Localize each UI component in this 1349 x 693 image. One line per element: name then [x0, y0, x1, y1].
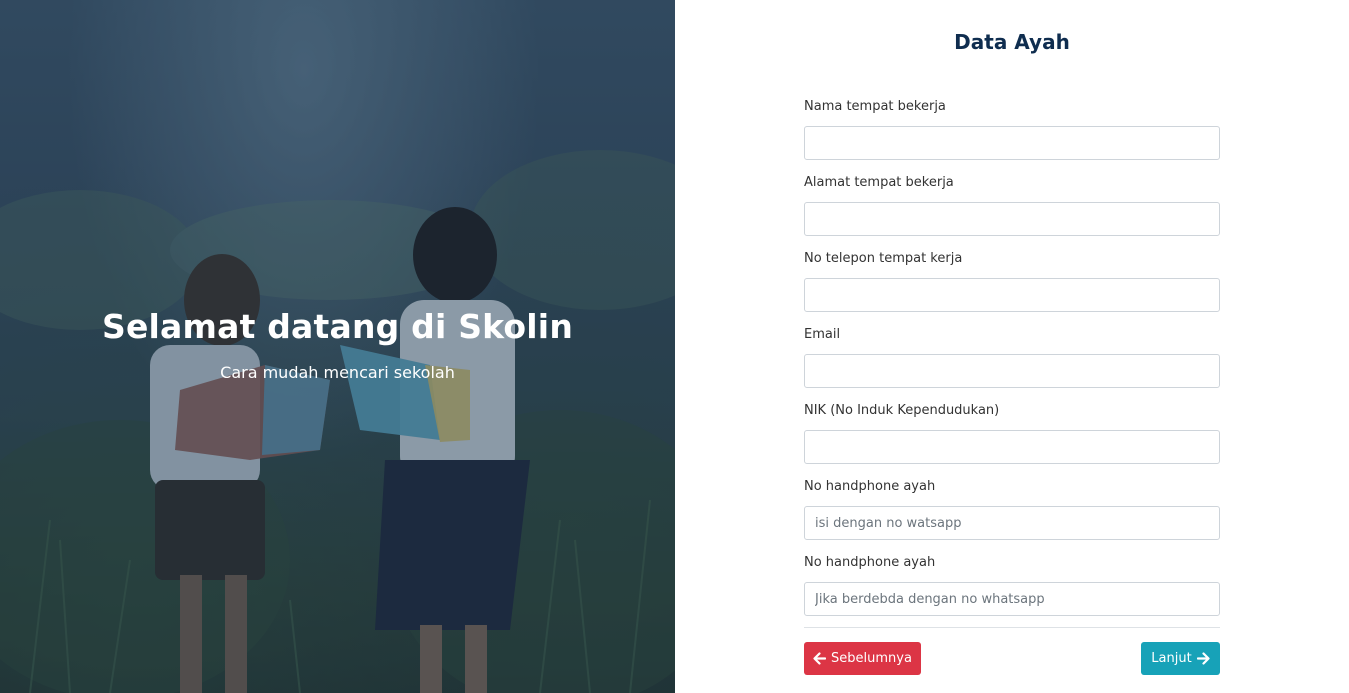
hero-text-block: Selamat datang di Skolin Cara mudah menc…: [0, 305, 675, 383]
hero-title: Selamat datang di Skolin: [101, 307, 574, 346]
father-data-form: Nama tempat bekerja Alamat tempat bekerj…: [804, 98, 1220, 630]
field-father-phone-alt: No handphone ayah: [804, 554, 1220, 616]
nik-input[interactable]: [804, 430, 1220, 464]
form-title: Data Ayah: [954, 30, 1070, 54]
field-label: No handphone ayah: [804, 479, 936, 494]
field-label: Alamat tempat bekerja: [804, 175, 954, 190]
father-phone-alt-input[interactable]: [804, 582, 1220, 616]
form-panel: Data Ayah Nama tempat bekerja Alamat tem…: [675, 0, 1349, 693]
field-workplace-address: Alamat tempat bekerja: [804, 174, 1220, 236]
workplace-phone-input[interactable]: [804, 278, 1220, 312]
next-button-label: Lanjut: [1151, 651, 1192, 666]
email-input[interactable]: [804, 354, 1220, 388]
field-email: Email: [804, 326, 1220, 388]
field-label: Email: [804, 327, 841, 342]
previous-button-label: Sebelumnya: [831, 651, 912, 666]
arrow-right-icon: [1196, 652, 1210, 665]
arrow-left-icon: [813, 652, 827, 665]
form-divider: [804, 627, 1220, 628]
field-workplace-phone: No telepon tempat kerja: [804, 250, 1220, 312]
hero-panel: Selamat datang di Skolin Cara mudah menc…: [0, 0, 675, 693]
hero-subtitle: Cara mudah mencari sekolah: [220, 363, 455, 382]
field-label: No handphone ayah: [804, 555, 936, 570]
workplace-address-input[interactable]: [804, 202, 1220, 236]
previous-button[interactable]: Sebelumnya: [804, 642, 921, 675]
field-label: NIK (No Induk Kependudukan): [804, 403, 1000, 418]
field-label: No telepon tempat kerja: [804, 251, 963, 266]
field-label: Nama tempat bekerja: [804, 99, 946, 114]
field-workplace-name: Nama tempat bekerja: [804, 98, 1220, 160]
field-father-phone-whatsapp: No handphone ayah: [804, 478, 1220, 540]
next-button[interactable]: Lanjut: [1141, 642, 1220, 675]
field-nik: NIK (No Induk Kependudukan): [804, 402, 1220, 464]
registration-page: Selamat datang di Skolin Cara mudah menc…: [0, 0, 1349, 693]
workplace-name-input[interactable]: [804, 126, 1220, 160]
father-phone-whatsapp-input[interactable]: [804, 506, 1220, 540]
